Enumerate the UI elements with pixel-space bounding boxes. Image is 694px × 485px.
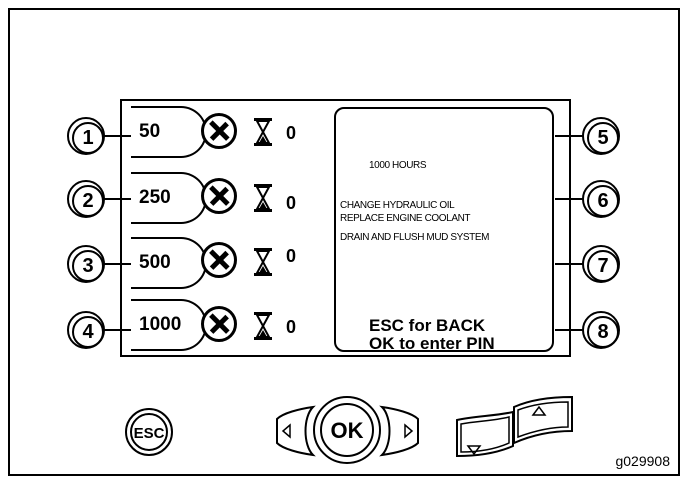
interval-tab-250[interactable]: 250: [131, 172, 207, 224]
wrench-screwdriver-icon: [201, 306, 237, 342]
task-item: REPLACE ENGINE COOLANT: [340, 213, 471, 224]
hint-pin: OK to enter PIN: [369, 334, 495, 353]
task-item: CHANGE HYDRAULIC OIL: [340, 200, 455, 211]
esc-button[interactable]: ESC: [124, 407, 174, 457]
hourglass-icon: [254, 184, 272, 212]
interval-count-250: 0: [286, 193, 297, 213]
hourglass-icon: [254, 312, 272, 340]
down-arrow-button[interactable]: [455, 410, 515, 460]
leader-3: [104, 263, 132, 265]
button-1[interactable]: 1: [67, 117, 105, 155]
wrench-screwdriver-icon: [201, 113, 237, 149]
interval-tab-500[interactable]: 500: [131, 237, 207, 289]
leader-8: [555, 329, 583, 331]
interval-count-50: 0: [286, 123, 297, 143]
up-arrow-button[interactable]: [512, 393, 574, 445]
button-8[interactable]: 8: [582, 311, 620, 349]
figure-id: g029908: [615, 453, 670, 469]
hourglass-icon: [254, 118, 272, 146]
interval-tab-1000[interactable]: 1000: [131, 299, 207, 351]
right-arrow-button[interactable]: [370, 405, 422, 457]
wrench-screwdriver-icon: [201, 178, 237, 214]
button-3[interactable]: 3: [67, 245, 105, 283]
button-7[interactable]: 7: [582, 245, 620, 283]
leader-1: [104, 135, 132, 137]
esc-label: ESC: [134, 425, 165, 442]
detail-title: 1000 HOURS: [369, 160, 427, 171]
wrench-screwdriver-icon: [201, 242, 237, 278]
task-item: DRAIN AND FLUSH MUD SYSTEM: [340, 232, 490, 243]
interval-count-1000: 0: [286, 317, 297, 337]
leader-6: [555, 198, 583, 200]
ok-label: OK: [331, 418, 364, 443]
button-2[interactable]: 2: [67, 180, 105, 218]
leader-4: [104, 329, 132, 331]
hourglass-icon: [254, 248, 272, 276]
button-5[interactable]: 5: [582, 117, 620, 155]
leader-7: [555, 263, 583, 265]
interval-tab-50[interactable]: 50: [131, 106, 207, 158]
button-6[interactable]: 6: [582, 180, 620, 218]
button-4[interactable]: 4: [67, 311, 105, 349]
hint-back: ESC for BACK: [369, 316, 486, 335]
leader-5: [555, 135, 583, 137]
leader-2: [104, 198, 132, 200]
interval-count-500: 0: [286, 246, 297, 266]
